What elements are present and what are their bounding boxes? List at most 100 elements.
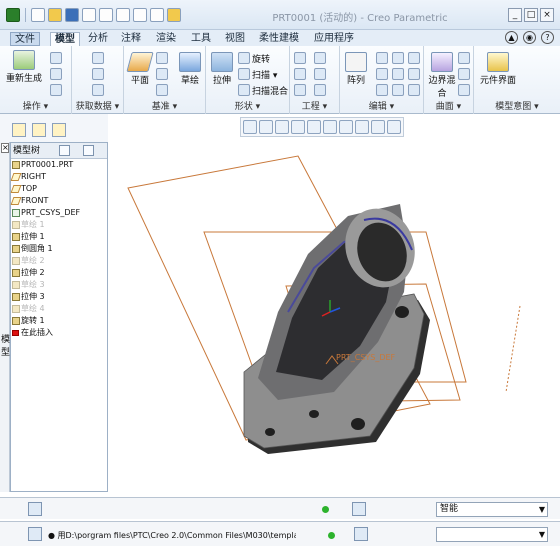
graphics-area[interactable]: PRT_CSYS_DEF bbox=[108, 142, 560, 492]
selection-filter-icon[interactable] bbox=[352, 502, 366, 516]
navigator-toggle-icon[interactable] bbox=[28, 502, 42, 516]
tree-item[interactable]: RIGHT bbox=[10, 171, 107, 183]
tab-render[interactable]: 渲染 bbox=[152, 32, 180, 46]
refit-icon[interactable] bbox=[243, 120, 257, 134]
zoom-out-icon[interactable] bbox=[275, 120, 289, 134]
close-icon[interactable]: × bbox=[1, 143, 9, 153]
selection-icon[interactable] bbox=[354, 527, 368, 541]
point-icon[interactable] bbox=[156, 68, 168, 80]
tab-annotate[interactable]: 注释 bbox=[117, 32, 145, 46]
rib-icon[interactable] bbox=[314, 84, 326, 96]
swept-blend-label[interactable]: 扫描混合 bbox=[252, 84, 288, 97]
regenerate-button[interactable]: 重新生成 bbox=[6, 50, 42, 84]
plane-button[interactable]: 平面 bbox=[126, 52, 154, 86]
regenerate-icon[interactable] bbox=[116, 8, 130, 22]
style-icon[interactable] bbox=[458, 68, 470, 80]
tab-analysis[interactable]: 分析 bbox=[84, 32, 112, 46]
datum-display-icon[interactable] bbox=[355, 120, 369, 134]
delete-icon[interactable] bbox=[50, 84, 62, 96]
sketch-button[interactable]: 草绘 bbox=[176, 52, 204, 86]
hole-icon[interactable] bbox=[294, 52, 306, 64]
repaint-icon[interactable] bbox=[291, 120, 305, 134]
draft-icon[interactable] bbox=[294, 84, 306, 96]
close-window-icon[interactable] bbox=[150, 8, 164, 22]
community-icon[interactable]: ◉ bbox=[523, 31, 536, 44]
user-defined-feature-icon[interactable] bbox=[92, 52, 104, 64]
open-folder-icon[interactable] bbox=[48, 8, 62, 22]
tab-flexible-modeling[interactable]: 柔性建模 bbox=[255, 32, 303, 46]
freestyle-icon[interactable] bbox=[458, 84, 470, 96]
folder-browser-icon[interactable] bbox=[32, 123, 46, 137]
tab-tools[interactable]: 工具 bbox=[187, 32, 215, 46]
view-manager-icon[interactable] bbox=[339, 120, 353, 134]
tree-item[interactable]: TOP bbox=[10, 183, 107, 195]
help-icon[interactable]: ? bbox=[541, 31, 554, 44]
status-dropdown[interactable]: ▼ bbox=[436, 527, 548, 542]
zoom-in-icon[interactable] bbox=[259, 120, 273, 134]
boundary-blend-button[interactable]: 边界混合 bbox=[426, 52, 458, 99]
sweep-label[interactable]: 扫描 ▾ bbox=[252, 68, 277, 81]
tree-item[interactable]: 草绘 2 bbox=[11, 255, 107, 267]
favorites-icon[interactable] bbox=[52, 123, 66, 137]
intersect-icon[interactable] bbox=[376, 84, 388, 96]
tab-model[interactable]: 模型 bbox=[50, 32, 80, 46]
spin-center-icon[interactable] bbox=[387, 120, 401, 134]
pattern-button[interactable]: 阵列 bbox=[342, 52, 370, 86]
folder-dropdown-icon[interactable] bbox=[167, 8, 181, 22]
project-icon[interactable] bbox=[392, 84, 404, 96]
offset-icon[interactable] bbox=[392, 68, 404, 80]
solidify-icon[interactable] bbox=[408, 84, 420, 96]
swept-blend-icon[interactable] bbox=[238, 84, 250, 96]
tree-item[interactable]: PRT0001.PRT bbox=[11, 159, 107, 171]
tree-item[interactable]: 拉伸 3 bbox=[11, 291, 107, 303]
fill-icon[interactable] bbox=[458, 52, 470, 64]
axis-icon[interactable] bbox=[156, 52, 168, 64]
tree-item[interactable]: FRONT bbox=[10, 195, 107, 207]
tree-item[interactable]: 在此插入 bbox=[11, 327, 107, 339]
shrinkwrap-icon[interactable] bbox=[92, 84, 104, 96]
close-icon[interactable]: × bbox=[540, 8, 554, 22]
shell-icon[interactable] bbox=[314, 68, 326, 80]
display-style-icon[interactable] bbox=[307, 120, 321, 134]
copy-geometry-icon[interactable] bbox=[92, 68, 104, 80]
coordinate-system-icon[interactable] bbox=[156, 84, 168, 96]
new-file-icon[interactable] bbox=[31, 8, 45, 22]
extend-icon[interactable] bbox=[376, 68, 388, 80]
maximize-icon[interactable]: □ bbox=[524, 8, 538, 22]
tree-item[interactable]: 拉伸 2 bbox=[11, 267, 107, 279]
message-icon[interactable] bbox=[28, 527, 42, 541]
mirror-icon[interactable] bbox=[376, 52, 388, 64]
tree-item[interactable]: 草绘 3 bbox=[11, 279, 107, 291]
saved-orientations-icon[interactable] bbox=[323, 120, 337, 134]
windows-icon[interactable] bbox=[133, 8, 147, 22]
tree-item[interactable]: 旋转 1 bbox=[11, 315, 107, 327]
merge-icon[interactable] bbox=[408, 52, 420, 64]
annotation-display-icon[interactable] bbox=[371, 120, 385, 134]
chamfer-icon[interactable] bbox=[294, 68, 306, 80]
save-icon[interactable] bbox=[65, 8, 79, 22]
component-interface-button[interactable]: 元件界面 bbox=[480, 52, 516, 86]
tree-settings-icon[interactable] bbox=[59, 145, 70, 156]
round-icon[interactable] bbox=[314, 52, 326, 64]
show-icon[interactable] bbox=[83, 145, 94, 156]
tree-item[interactable]: 倒圆角 1 bbox=[11, 243, 107, 255]
redo-icon[interactable] bbox=[99, 8, 113, 22]
extrude-button[interactable]: 拉伸 bbox=[208, 52, 236, 86]
tree-item[interactable]: 草绘 4 bbox=[11, 303, 107, 315]
tab-applications[interactable]: 应用程序 bbox=[310, 32, 358, 46]
tab-view[interactable]: 视图 bbox=[221, 32, 249, 46]
filter-dropdown[interactable]: 智能 ▼ bbox=[436, 502, 548, 517]
copy-icon[interactable] bbox=[50, 52, 62, 64]
tab-file[interactable]: 文件 bbox=[10, 32, 40, 46]
thicken-icon[interactable] bbox=[408, 68, 420, 80]
trim-icon[interactable] bbox=[392, 52, 404, 64]
tree-item[interactable]: 拉伸 1 bbox=[11, 231, 107, 243]
tree-item[interactable]: 草绘 1 bbox=[11, 219, 107, 231]
revolve-label[interactable]: 旋转 bbox=[252, 52, 270, 65]
minimize-icon[interactable]: _ bbox=[508, 8, 522, 22]
paste-icon[interactable] bbox=[50, 68, 62, 80]
revolve-icon[interactable] bbox=[238, 52, 250, 64]
undo-icon[interactable] bbox=[82, 8, 96, 22]
tree-item[interactable]: PRT_CSYS_DEF bbox=[11, 207, 107, 219]
model-tree-icon[interactable] bbox=[12, 123, 26, 137]
